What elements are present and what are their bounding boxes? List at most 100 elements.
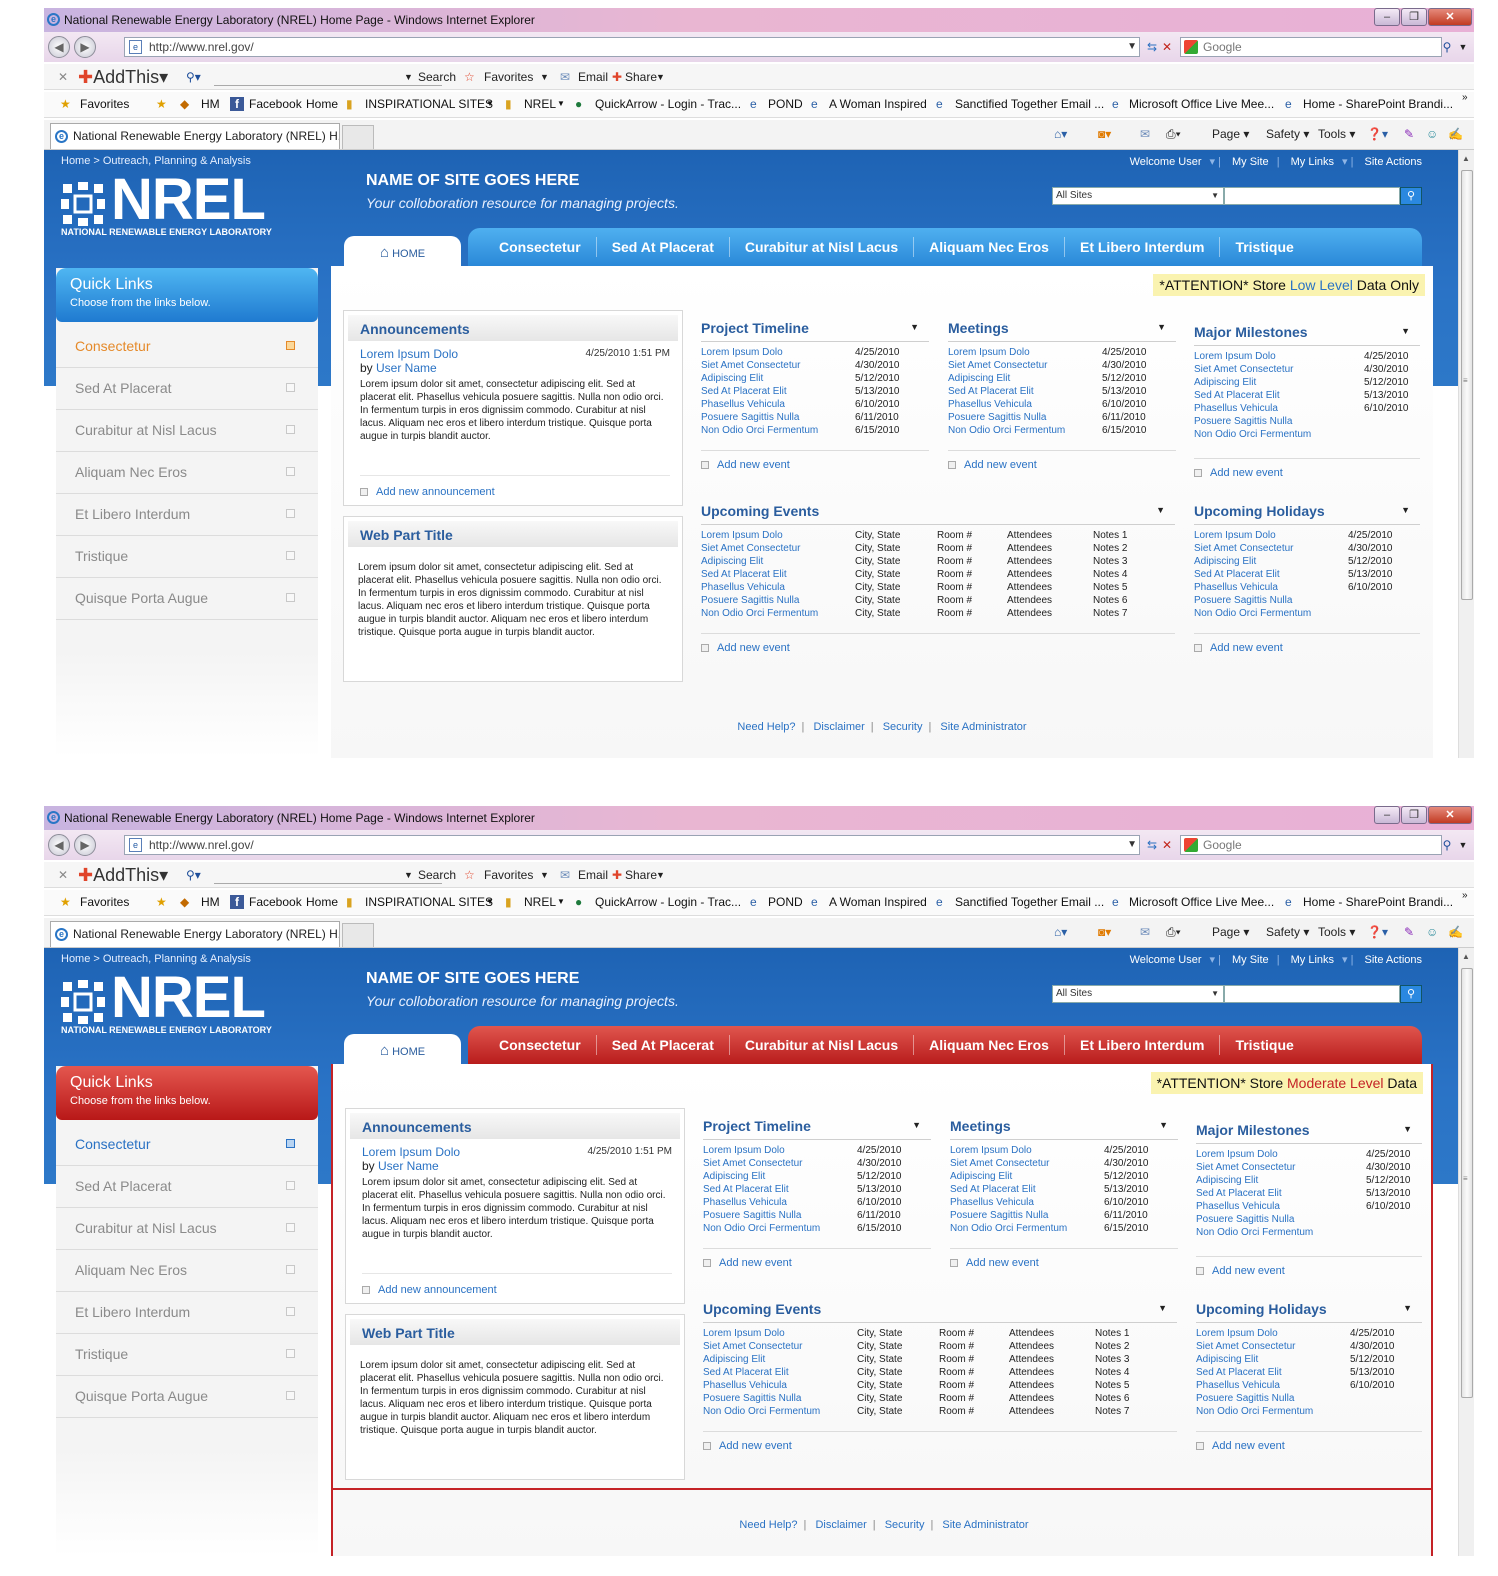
more-bookmarks-icon[interactable]: » — [1462, 884, 1468, 908]
forward-button[interactable]: ▶ — [74, 834, 96, 856]
tools-menu[interactable]: Tools ▾ — [1318, 120, 1355, 148]
mail-icon[interactable]: ✉ — [1140, 120, 1150, 148]
list-item-link[interactable]: Siet Amet Consectetur — [1196, 1340, 1296, 1353]
security-link[interactable]: Security — [883, 721, 923, 733]
disclaimer-link[interactable]: Disclaimer — [813, 721, 864, 733]
list-item-link[interactable]: Sed At Placerat Elit — [703, 1183, 789, 1196]
quick-link-item[interactable]: Et Libero Interdum — [56, 494, 318, 536]
list-item-link[interactable]: Non Odio Orci Fermentum — [948, 424, 1065, 437]
search-icon[interactable]: ⚲▾ — [186, 862, 201, 888]
new-tab-button[interactable] — [342, 923, 374, 947]
list-item-link[interactable]: Siet Amet Consectetur — [701, 359, 801, 372]
minimize-button[interactable]: – — [1374, 806, 1400, 824]
addthis-button[interactable]: ✚AddThis▾ — [78, 862, 168, 888]
my-links-menu[interactable]: My Links — [1291, 954, 1334, 966]
chevron-down-icon[interactable]: ▼ — [1159, 1120, 1168, 1130]
address-field[interactable]: e http://www.nrel.gov/ ▼ — [124, 37, 1140, 57]
bookmark-inspirational-sites[interactable]: INSPIRATIONAL SITES — [365, 890, 493, 914]
quick-link-item[interactable]: Tristique — [56, 1334, 318, 1376]
bookmark-quickarrow[interactable]: QuickArrow - Login - Trac... — [595, 92, 741, 116]
chevron-down-icon[interactable]: ▼ — [404, 64, 413, 90]
nav-tab-tristique[interactable]: Tristique — [1219, 1035, 1308, 1055]
my-links-menu[interactable]: My Links — [1291, 156, 1334, 168]
list-item-link[interactable]: Non Odio Orci Fermentum — [703, 1222, 820, 1235]
toolbar-share-button[interactable]: Share — [625, 64, 657, 90]
list-item-link[interactable]: Posuere Sagittis Nulla — [1194, 594, 1292, 607]
add-event-link[interactable]: Add new event — [703, 1431, 1177, 1452]
chevron-down-icon[interactable]: ▼ — [656, 862, 665, 888]
page-menu[interactable]: Page ▾ — [1212, 918, 1249, 946]
search-icon[interactable]: ⚲ — [1400, 187, 1422, 205]
list-item-link[interactable]: Non Odio Orci Fermentum — [1196, 1405, 1313, 1418]
quick-link-item[interactable]: Consectetur — [56, 1124, 318, 1166]
help-icon[interactable]: ❓▾ — [1367, 120, 1388, 148]
page-menu[interactable]: Page ▾ — [1212, 120, 1249, 148]
new-tab-button[interactable] — [342, 125, 374, 149]
list-item-link[interactable]: Phasellus Vehicula — [948, 398, 1032, 411]
quick-link-item[interactable]: Aliquam Nec Eros — [56, 1250, 318, 1292]
quick-link-item[interactable]: Tristique — [56, 536, 318, 578]
tools-menu[interactable]: Tools ▾ — [1318, 918, 1355, 946]
chevron-down-icon[interactable]: ▼ — [1127, 38, 1137, 56]
bookmark-home[interactable]: Home — [306, 890, 338, 914]
bookmark-woman-inspired[interactable]: A Woman Inspired — [829, 92, 927, 116]
nav-tab-aliquam[interactable]: Aliquam Nec Eros — [913, 1035, 1064, 1055]
add-favorite-icon[interactable]: ★ — [156, 92, 167, 116]
chevron-down-icon[interactable]: ▼ — [910, 322, 919, 332]
disclaimer-link[interactable]: Disclaimer — [815, 1519, 866, 1531]
home-icon[interactable]: ⌂▾ — [1054, 120, 1067, 148]
chevron-down-icon[interactable]: ▼ — [1127, 836, 1137, 854]
scrollbar-thumb[interactable] — [1461, 170, 1473, 600]
quick-link-item[interactable]: Curabitur at Nisl Lacus — [56, 1208, 318, 1250]
nav-tab-curabitur[interactable]: Curabitur at Nisl Lacus — [728, 237, 913, 257]
list-item-link[interactable]: Siet Amet Consectetur — [703, 1340, 803, 1353]
announcement-link[interactable]: Lorem Ipsum Dolo — [360, 347, 458, 361]
site-actions-menu[interactable]: Site Actions — [1365, 954, 1422, 966]
list-item-link[interactable]: Non Odio Orci Fermentum — [1196, 1226, 1313, 1239]
quick-link-item[interactable]: Sed At Placerat — [56, 368, 318, 410]
add-event-link[interactable]: Add new event — [701, 633, 1175, 654]
chevron-down-icon[interactable]: ▼ — [1401, 505, 1410, 515]
bookmark-pond[interactable]: POND — [768, 92, 803, 116]
list-item-link[interactable]: Lorem Ipsum Dolo — [703, 1327, 785, 1340]
list-item-link[interactable]: Siet Amet Consectetur — [1194, 363, 1294, 376]
restore-button[interactable]: ❐ — [1401, 806, 1427, 824]
add-announcement-link[interactable]: Add new announcement — [362, 1273, 672, 1296]
bookmark-nrel[interactable]: NREL — [524, 890, 556, 914]
list-item-link[interactable]: Phasellus Vehicula — [950, 1196, 1034, 1209]
nav-tab-aliquam[interactable]: Aliquam Nec Eros — [913, 237, 1064, 257]
welcome-menu[interactable]: Welcome User — [1130, 954, 1202, 966]
list-item-link[interactable]: Phasellus Vehicula — [701, 581, 785, 594]
list-item-link[interactable]: Sed At Placerat Elit — [701, 385, 787, 398]
help-icon[interactable]: ❓▾ — [1367, 918, 1388, 946]
need-help-link[interactable]: Need Help? — [737, 721, 795, 733]
messenger-icon[interactable]: ☺ — [1426, 918, 1438, 946]
mail-icon[interactable]: ✉ — [1140, 918, 1150, 946]
list-item-link[interactable]: Posuere Sagittis Nulla — [950, 1209, 1048, 1222]
quick-link-item[interactable]: Consectetur — [56, 326, 318, 368]
blog-icon[interactable]: ✍ — [1448, 918, 1463, 946]
add-announcement-link[interactable]: Add new announcement — [360, 475, 670, 498]
add-event-link[interactable]: Add new event — [950, 1248, 1178, 1269]
chevron-down-icon[interactable]: ▼ — [656, 64, 665, 90]
nav-tab-sed-at-placerat[interactable]: Sed At Placerat — [595, 1035, 729, 1055]
bookmark-pond[interactable]: POND — [768, 890, 803, 914]
need-help-link[interactable]: Need Help? — [739, 1519, 797, 1531]
feeds-icon[interactable]: ◙▾ — [1098, 918, 1111, 946]
list-item-link[interactable]: Siet Amet Consectetur — [1194, 542, 1294, 555]
list-item-link[interactable]: Posuere Sagittis Nulla — [701, 411, 799, 424]
print-icon[interactable]: ⎙▾ — [1166, 120, 1181, 148]
announcement-link[interactable]: Lorem Ipsum Dolo — [362, 1145, 460, 1159]
bookmark-quickarrow[interactable]: QuickArrow - Login - Trac... — [595, 890, 741, 914]
quick-link-item[interactable]: Et Libero Interdum — [56, 1292, 318, 1334]
list-item-link[interactable]: Phasellus Vehicula — [1194, 581, 1278, 594]
toolbar-email-button[interactable]: Email — [578, 862, 608, 888]
research-icon[interactable]: ✎ — [1404, 918, 1414, 946]
author-link[interactable]: User Name — [376, 361, 437, 375]
list-item-link[interactable]: Lorem Ipsum Dolo — [948, 346, 1030, 359]
minimize-button[interactable]: – — [1374, 8, 1400, 26]
scrollbar-thumb[interactable] — [1461, 968, 1473, 1398]
list-item-link[interactable]: Sed At Placerat Elit — [1196, 1187, 1282, 1200]
author-link[interactable]: User Name — [378, 1159, 439, 1173]
feeds-icon[interactable]: ◙▾ — [1098, 120, 1111, 148]
